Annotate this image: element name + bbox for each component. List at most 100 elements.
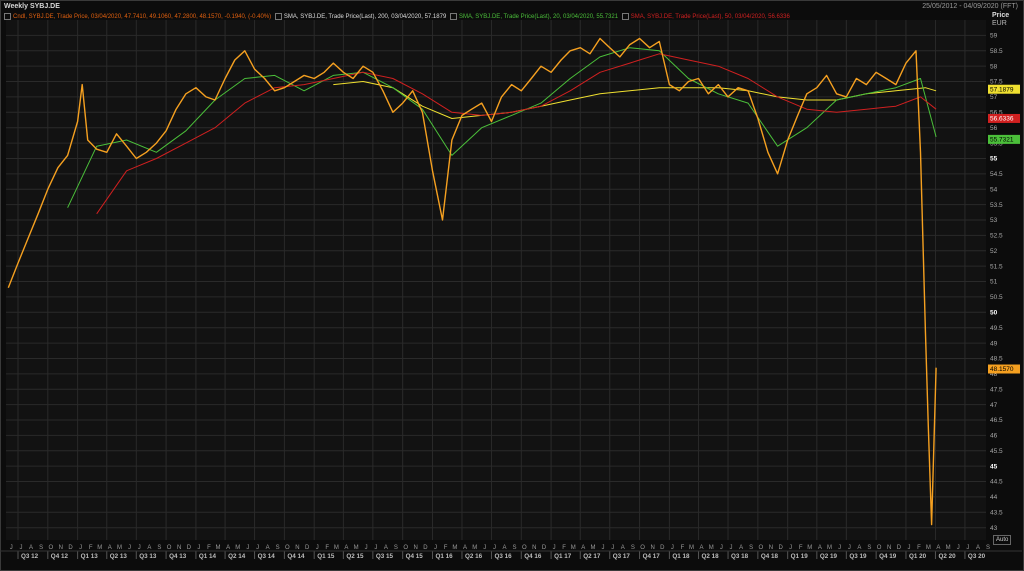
month-tick-label: A (29, 545, 33, 551)
y-tick-label: 49 (990, 340, 998, 347)
month-tick-label: A (226, 545, 230, 551)
quarter-tick-label: Q2 17 (583, 553, 601, 560)
month-tick-label: J (907, 545, 910, 551)
month-tick-label: A (818, 545, 822, 551)
month-tick-label: A (384, 545, 388, 551)
y-tick-label: 46 (990, 433, 998, 440)
quarter-tick-label: Q3 12 (21, 553, 39, 560)
month-tick-label: N (414, 545, 418, 551)
month-tick-label: J (483, 545, 486, 551)
y-tick-label: 47 (990, 402, 998, 409)
quarter-tick-label: Q3 19 (849, 553, 867, 560)
month-tick-label: J (434, 545, 437, 551)
month-tick-label: M (590, 545, 595, 551)
month-tick-label: M (235, 545, 240, 551)
month-tick-label: M (946, 545, 951, 551)
month-tick-label: M (926, 545, 931, 551)
month-tick-label: J (789, 545, 792, 551)
month-tick-label: J (957, 545, 960, 551)
quarter-tick-label: Q1 14 (199, 553, 217, 560)
month-tick-label: F (325, 545, 329, 551)
month-tick-label: M (334, 545, 339, 551)
month-tick-label: D (423, 545, 428, 551)
y-tick-label: 58.5 (990, 48, 1003, 55)
month-tick-label: S (157, 545, 161, 551)
month-tick-label: M (452, 545, 457, 551)
month-tick-label: F (444, 545, 448, 551)
y-tick-label: 53 (990, 217, 998, 224)
month-tick-label: A (857, 545, 861, 551)
quarter-tick-label: Q2 20 (938, 553, 956, 560)
month-tick-label: J (966, 545, 969, 551)
month-tick-label: F (207, 545, 211, 551)
month-tick-label: J (602, 545, 605, 551)
month-tick-label: M (807, 545, 812, 551)
quarter-tick-label: Q4 13 (169, 553, 187, 560)
month-tick-label: O (759, 545, 764, 551)
quarter-tick-label: Q2 15 (346, 553, 364, 560)
month-tick-label: S (394, 545, 398, 551)
month-tick-label: D (542, 545, 547, 551)
quarter-tick-label: Q1 20 (909, 553, 927, 560)
month-tick-label: J (730, 545, 733, 551)
quarter-tick-label: Q1 13 (81, 553, 99, 560)
month-tick-label: D (68, 545, 73, 551)
y-tick-label: 54 (990, 186, 998, 193)
quarter-tick-label: Q2 18 (702, 553, 720, 560)
month-tick-label: M (97, 545, 102, 551)
y-tick-label: 59 (990, 33, 998, 40)
y-tick-label: 52.5 (990, 233, 1003, 240)
month-tick-label: A (936, 545, 940, 551)
y-tick-label: 58 (990, 63, 998, 70)
auto-scale-button[interactable]: Auto (993, 535, 1012, 545)
quarter-tick-label: Q1 17 (554, 553, 572, 560)
month-tick-label: M (117, 545, 122, 551)
month-tick-label: D (897, 545, 902, 551)
month-tick-label: M (709, 545, 714, 551)
quarter-tick-label: Q2 16 (465, 553, 483, 560)
quarter-tick-label: Q1 15 (317, 553, 335, 560)
month-tick-label: D (778, 545, 783, 551)
quarter-tick-label: Q3 14 (258, 553, 276, 560)
y-tick-label: 51 (990, 279, 998, 286)
y-tick-label: 43.5 (990, 510, 1003, 517)
sma-200-value-label: 57.1879 (990, 86, 1014, 93)
month-tick-label: A (503, 545, 507, 551)
month-tick-label: J (10, 545, 13, 551)
quarter-tick-label: Q1 18 (672, 553, 690, 560)
quarter-tick-label: Q3 13 (139, 553, 157, 560)
y-tick-label: 50.5 (990, 294, 1003, 301)
month-tick-label: S (867, 545, 871, 551)
quarter-tick-label: Q3 18 (731, 553, 749, 560)
month-tick-label: S (39, 545, 43, 551)
month-tick-label: A (108, 545, 112, 551)
sma-20-value-label: 55.7321 (990, 137, 1014, 144)
y-tick-label: 44.5 (990, 479, 1003, 486)
month-tick-label: A (581, 545, 585, 551)
month-tick-label: N (532, 545, 536, 551)
month-tick-label: J (493, 545, 496, 551)
y-tick-label: 53.5 (990, 202, 1003, 209)
y-tick-label: 50 (990, 310, 998, 317)
month-tick-label: O (877, 545, 882, 551)
y-tick-label: 56 (990, 125, 998, 132)
month-tick-label: A (621, 545, 625, 551)
quarter-tick-label: Q2 13 (110, 553, 128, 560)
price-chart[interactable]: 4343.54444.54545.54646.54747.54848.54949… (0, 0, 1024, 571)
month-tick-label: M (689, 545, 694, 551)
month-tick-label: A (976, 545, 980, 551)
month-tick-label: J (365, 545, 368, 551)
month-tick-label: S (986, 545, 990, 551)
y-tick-label: 48.5 (990, 356, 1003, 363)
month-tick-label: O (522, 545, 527, 551)
quarter-tick-label: Q3 16 (494, 553, 512, 560)
month-tick-label: M (827, 545, 832, 551)
y-tick-label: 45 (990, 463, 998, 470)
last-price-label: 48.1570 (990, 366, 1014, 373)
month-tick-label: J (611, 545, 614, 551)
month-tick-label: J (553, 545, 556, 551)
month-tick-label: D (305, 545, 310, 551)
quarter-tick-label: Q4 18 (761, 553, 779, 560)
quarter-tick-label: Q3 17 (613, 553, 631, 560)
month-tick-label: A (344, 545, 348, 551)
